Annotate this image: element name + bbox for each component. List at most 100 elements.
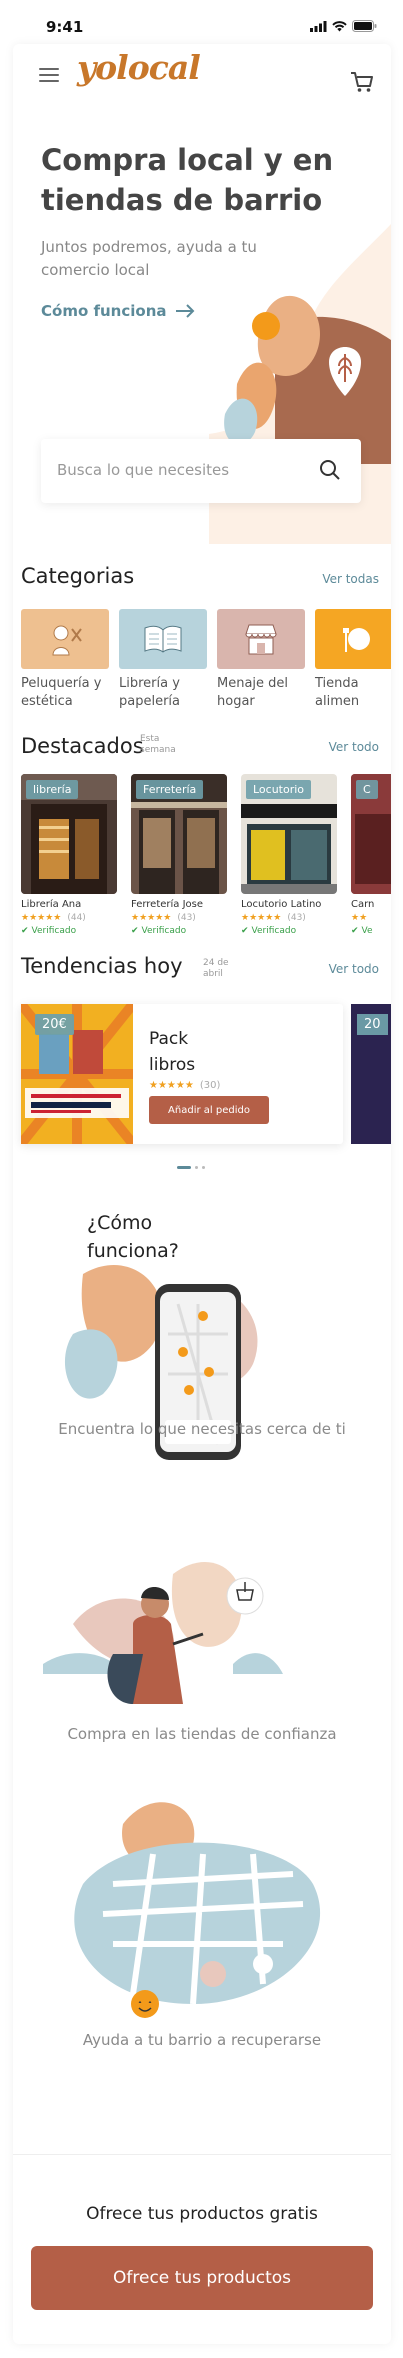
- verified-badge: ✔ Ve: [351, 926, 391, 936]
- check-circle-icon: ✔: [21, 926, 29, 936]
- rating-count: (44): [67, 913, 86, 923]
- food-icon: [343, 628, 370, 652]
- verified-label: Ve: [361, 926, 373, 936]
- app-header: yolocal: [13, 44, 391, 104]
- featured-card[interactable]: Ferretería Ferretería Jose ★★★★★ (43) ✔ Ve…: [131, 774, 227, 936]
- category-label: Peluquería y estética: [21, 676, 102, 709]
- featured-rating: ★★★★★ (43): [241, 913, 337, 923]
- category-label: Librería y papelería: [119, 676, 181, 709]
- featured-card[interactable]: librería Librería Ana ★★★★★ (44) ✔ Verific…: [21, 774, 117, 936]
- status-bar: 9:41: [0, 0, 403, 44]
- trends-title: Tendencias hoy: [21, 954, 183, 978]
- category-label: Tienda alimen: [315, 676, 360, 709]
- carousel-dot[interactable]: [195, 1166, 198, 1169]
- hair-salon-icon: [52, 625, 82, 656]
- signal-icon: [310, 20, 327, 32]
- category-tile: [315, 609, 391, 669]
- featured-name: Librería Ana: [21, 899, 82, 910]
- hero-title: Compra local y en tiendas de barrio: [41, 143, 334, 217]
- verified-label: Verificado: [251, 926, 297, 936]
- verified-badge: ✔ Verificado: [131, 926, 227, 936]
- rating-stars: ★★★★★: [241, 913, 282, 923]
- rating-stars: ★★★★★: [131, 913, 172, 923]
- step-buy: Compra en las tiendas de confianza: [67, 1725, 337, 1743]
- featured-card[interactable]: Locutorio Locutorio Latino ★★★★★ (43) ✔ Ve…: [241, 774, 337, 936]
- rating-stars: ★★★★★: [149, 1080, 194, 1091]
- rating-stars: ★★★★★: [21, 913, 62, 923]
- featured-tag: librería: [26, 780, 79, 799]
- shop-photo: C: [351, 774, 391, 894]
- search-placeholder: Busca lo que necesites: [57, 461, 230, 479]
- check-circle-icon: ✔: [241, 926, 249, 936]
- verified-badge: ✔ Verificado: [241, 926, 337, 936]
- verified-badge: ✔ Verificado: [21, 926, 117, 936]
- add-to-order-button[interactable]: Añadir al pedido: [149, 1096, 269, 1124]
- featured-view-all[interactable]: Ver todo: [329, 740, 379, 754]
- status-icons: [310, 20, 377, 32]
- how-it-works-label: Cómo funciona: [41, 302, 167, 320]
- divider: [13, 2154, 391, 2155]
- featured-title: Destacados: [21, 734, 144, 758]
- trends-view-all[interactable]: Ver todo: [329, 962, 379, 976]
- category-card-alimentacion[interactable]: Tienda alimen: [315, 609, 391, 711]
- check-circle-icon: ✔: [131, 926, 139, 936]
- how-it-works-link[interactable]: Cómo funciona: [41, 302, 195, 320]
- check-circle-icon: ✔: [351, 926, 359, 936]
- product-name: Pack libros: [149, 1029, 196, 1075]
- verified-label: Verificado: [31, 926, 77, 936]
- offer-text: Ofrece tus productos gratis: [86, 2204, 318, 2224]
- rating-count: (30): [199, 1080, 221, 1091]
- category-card-menaje[interactable]: Menaje del hogar: [217, 609, 305, 711]
- featured-card[interactable]: C Carn ★★ ✔ Ve: [351, 774, 391, 936]
- status-time: 9:41: [46, 18, 84, 36]
- trend-card[interactable]: 20€ Pack libros ★★★★★ (30) Añadir al pedi…: [21, 1004, 343, 1144]
- rating-count: (43): [177, 913, 196, 923]
- logo: yolocal: [77, 48, 201, 87]
- trends-date: 24 de abril: [203, 958, 229, 979]
- product-price: 20: [357, 1014, 388, 1035]
- step-find: Encuentra lo que necesitas cerca de ti: [58, 1420, 346, 1438]
- product-rating: ★★★★★ (30): [149, 1080, 220, 1091]
- category-card-libreria[interactable]: Librería y papelería: [119, 609, 207, 711]
- featured-name: Locutorio Latino: [241, 899, 322, 910]
- category-tile: [119, 609, 207, 669]
- category-tile: [21, 609, 109, 669]
- categories-view-all[interactable]: Ver todas: [322, 572, 379, 586]
- featured-rating: ★★★★★ (43): [131, 913, 227, 923]
- category-tile: [217, 609, 305, 669]
- carousel-dot-active[interactable]: [177, 1166, 191, 1169]
- how-it-works-illustration: [43, 1264, 321, 2018]
- featured-tag: Ferretería: [136, 780, 204, 799]
- rating-count: (43): [287, 913, 306, 923]
- step-help: Ayuda a tu barrio a recuperarse: [82, 2031, 322, 2049]
- featured-tag: Locutorio: [246, 780, 312, 799]
- offer-products-button[interactable]: Ofrece tus productos: [31, 2246, 373, 2310]
- book-icon: [144, 625, 182, 653]
- shop-photo: Ferretería: [131, 774, 227, 894]
- search-input[interactable]: Busca lo que necesites: [41, 439, 361, 503]
- carousel-dot[interactable]: [202, 1166, 205, 1169]
- featured-rating: ★★★★★ (44): [21, 913, 117, 923]
- product-image: 20€: [21, 1004, 133, 1144]
- cart-icon[interactable]: [349, 68, 375, 94]
- product-price: 20€: [35, 1014, 74, 1035]
- category-card-peluqueria[interactable]: Peluquería y estética: [21, 609, 109, 711]
- how-it-works-title: ¿Cómo funciona?: [87, 1212, 179, 1262]
- store-icon: [245, 624, 277, 655]
- featured-tag: C: [356, 780, 378, 799]
- rating-stars: ★★: [351, 913, 368, 923]
- hero-subtitle: Juntos podremos, ayuda a tu comercio loc…: [41, 238, 257, 279]
- category-label: Menaje del hogar: [217, 676, 289, 709]
- trend-card-next[interactable]: 20: [351, 1004, 391, 1144]
- featured-name: Ferretería Jose: [131, 899, 204, 910]
- fade-overlay: [13, 2104, 391, 2164]
- menu-button[interactable]: [39, 68, 59, 82]
- featured-name: Carn: [351, 899, 375, 910]
- featured-note: Esta semana: [140, 734, 176, 755]
- verified-label: Verificado: [141, 926, 187, 936]
- featured-rating: ★★: [351, 913, 391, 923]
- battery-icon: [352, 20, 377, 32]
- search-icon[interactable]: [319, 459, 341, 481]
- wifi-icon: [332, 20, 347, 31]
- shop-photo: Locutorio: [241, 774, 337, 894]
